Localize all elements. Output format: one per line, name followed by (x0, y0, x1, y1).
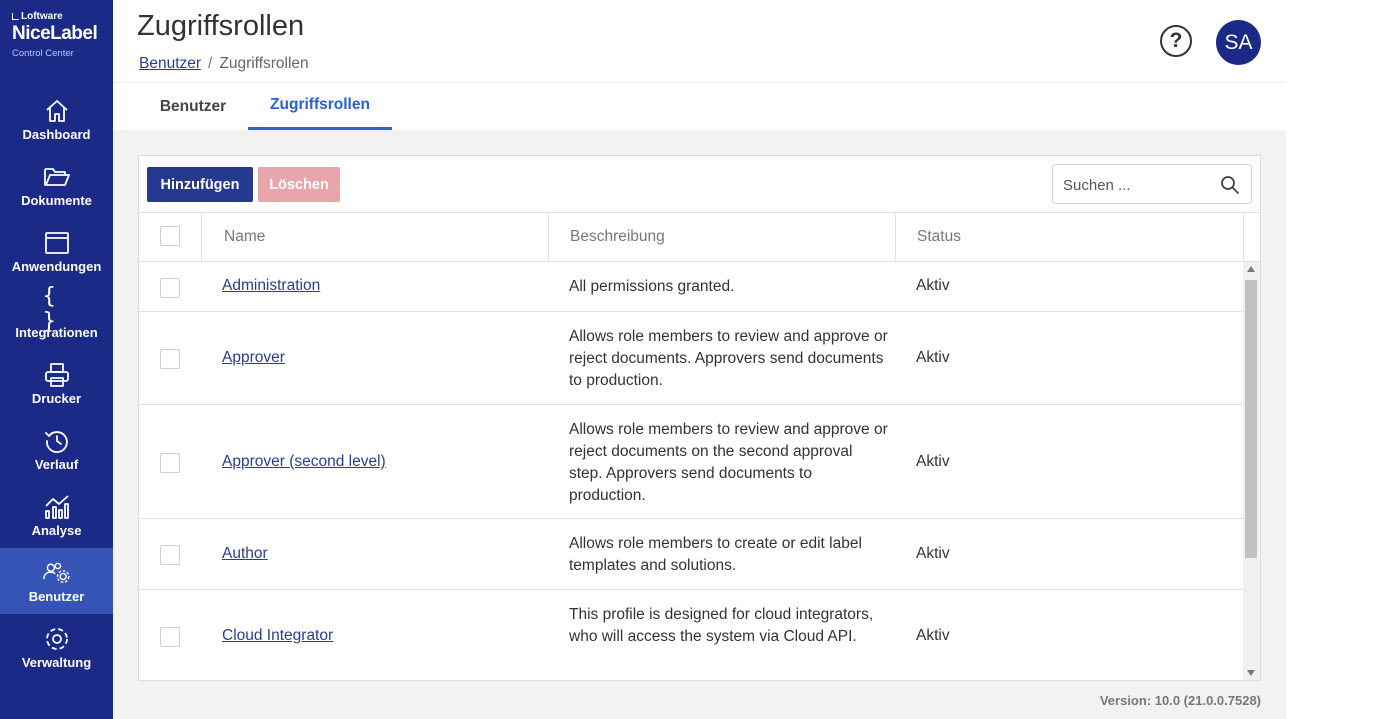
gear-icon (43, 625, 71, 653)
role-status: Aktiv (916, 627, 950, 644)
version-label: Version: 10.0 (21.0.0.7528) (1099, 693, 1261, 708)
select-all-checkbox[interactable] (160, 226, 180, 246)
printer-icon (43, 361, 71, 389)
sidebar-item-administration[interactable]: Verwaltung (0, 614, 113, 680)
sidebar-item-label: Dokumente (21, 192, 92, 208)
braces-icon: { } (42, 283, 56, 334)
column-header-description[interactable]: Beschreibung (570, 213, 665, 261)
table-row[interactable]: Cloud Integrator This profile is designe… (139, 590, 1243, 680)
sidebar-item-label: Analyse (31, 522, 82, 538)
window-icon (43, 229, 71, 257)
table-row[interactable]: Administration All permissions granted. … (139, 262, 1243, 312)
role-name-link[interactable]: Administration (222, 277, 320, 295)
sidebar-item-label: Dashboard (22, 126, 91, 142)
breadcrumb-separator: / (208, 55, 213, 72)
product-subtitle: Control Center (12, 48, 74, 59)
row-checkbox[interactable] (160, 545, 180, 565)
table-toolbar: Hinzufügen Löschen (139, 156, 1260, 213)
table-scrollbar[interactable] (1243, 262, 1260, 680)
home-icon (43, 97, 71, 125)
sidebar-item-documents[interactable]: Dokumente (0, 152, 113, 218)
tab-bar: Benutzer Zugriffsrollen (113, 83, 1285, 130)
row-checkbox[interactable] (160, 627, 180, 647)
breadcrumb-current: Zugriffsrollen (219, 55, 309, 72)
table-header: Name Beschreibung Status (139, 213, 1260, 262)
table-body: Administration All permissions granted. … (139, 262, 1243, 680)
table-row[interactable]: Approver (second level) Allows role memb… (139, 405, 1243, 519)
role-name-link[interactable]: Cloud Integrator (222, 627, 333, 645)
role-description: This profile is designed for cloud integ… (569, 606, 874, 645)
role-status: Aktiv (916, 349, 950, 366)
users-gear-icon (42, 559, 71, 587)
breadcrumb-link-users[interactable]: Benutzer (139, 55, 201, 72)
sidebar-item-label: Verwaltung (21, 654, 92, 670)
sidebar-item-label: Drucker (31, 390, 82, 406)
role-name-link[interactable]: Author (222, 545, 268, 563)
scrollbar-thumb[interactable] (1245, 280, 1257, 558)
roles-table-panel: Hinzufügen Löschen Name Beschreibung Sta… (138, 155, 1261, 681)
sidebar-item-label: Verlauf (34, 456, 79, 472)
search-icon[interactable] (1220, 175, 1240, 195)
column-header-name[interactable]: Name (224, 213, 265, 261)
sidebar-item-label: Integrationen (15, 324, 98, 340)
page-title: Zugriffsrollen (137, 10, 305, 42)
column-header-status[interactable]: Status (917, 213, 961, 261)
sidebar-item-label: Benutzer (28, 588, 85, 604)
role-status: Aktiv (916, 277, 950, 294)
sidebar-item-dashboard[interactable]: Dashboard (0, 86, 113, 152)
table-row[interactable]: Approver Allows role members to review a… (139, 312, 1243, 405)
role-status: Aktiv (916, 453, 950, 470)
sidebar-item-history[interactable]: Verlauf (0, 416, 113, 482)
analytics-icon (43, 493, 71, 521)
table-row[interactable]: Author Allows role members to create or … (139, 519, 1243, 590)
role-description: Allows role members to create or edit la… (569, 535, 862, 574)
avatar[interactable]: SA (1216, 20, 1261, 65)
product-name: NiceLabel (12, 23, 98, 44)
blank-margin (1286, 0, 1400, 719)
sidebar-item-label: Anwendungen (11, 258, 102, 274)
sidebar-item-users[interactable]: Benutzer (0, 548, 113, 614)
role-description: Allows role members to review and approv… (569, 328, 888, 389)
brand-logo[interactable]: Loftware NiceLabel Control Center (0, 0, 113, 86)
row-checkbox[interactable] (160, 278, 180, 298)
role-name-link[interactable]: Approver (second level) (222, 453, 386, 471)
row-checkbox[interactable] (160, 349, 180, 369)
row-checkbox[interactable] (160, 453, 180, 473)
sidebar-item-printers[interactable]: Drucker (0, 350, 113, 416)
delete-button[interactable]: Löschen (258, 167, 340, 202)
tab-access-roles[interactable]: Zugriffsrollen (248, 83, 392, 130)
content-area: Hinzufügen Löschen Name Beschreibung Sta… (113, 130, 1286, 719)
company-logo: Loftware (12, 11, 113, 22)
sidebar-item-analytics[interactable]: Analyse (0, 482, 113, 548)
role-description: All permissions granted. (569, 278, 735, 295)
search-box (1052, 164, 1252, 204)
tab-users[interactable]: Benutzer (138, 83, 248, 130)
add-button[interactable]: Hinzufügen (147, 167, 253, 202)
help-icon[interactable]: ? (1160, 25, 1192, 57)
sidebar: Loftware NiceLabel Control Center Dashbo… (0, 0, 113, 719)
search-input[interactable] (1063, 174, 1213, 196)
sidebar-item-applications[interactable]: Anwendungen (0, 218, 113, 284)
folder-icon (43, 163, 71, 191)
sidebar-item-integrations[interactable]: { } Integrationen (0, 284, 113, 350)
history-icon (43, 427, 71, 455)
breadcrumb: Benutzer / Zugriffsrollen (139, 55, 309, 73)
role-name-link[interactable]: Approver (222, 349, 285, 367)
page-header: Zugriffsrollen Benutzer / Zugriffsrollen ?… (113, 0, 1285, 83)
scroll-up-icon[interactable] (1247, 266, 1255, 272)
role-status: Aktiv (916, 545, 950, 562)
scroll-down-icon[interactable] (1247, 670, 1255, 676)
role-description: Allows role members to review and approv… (569, 421, 888, 504)
